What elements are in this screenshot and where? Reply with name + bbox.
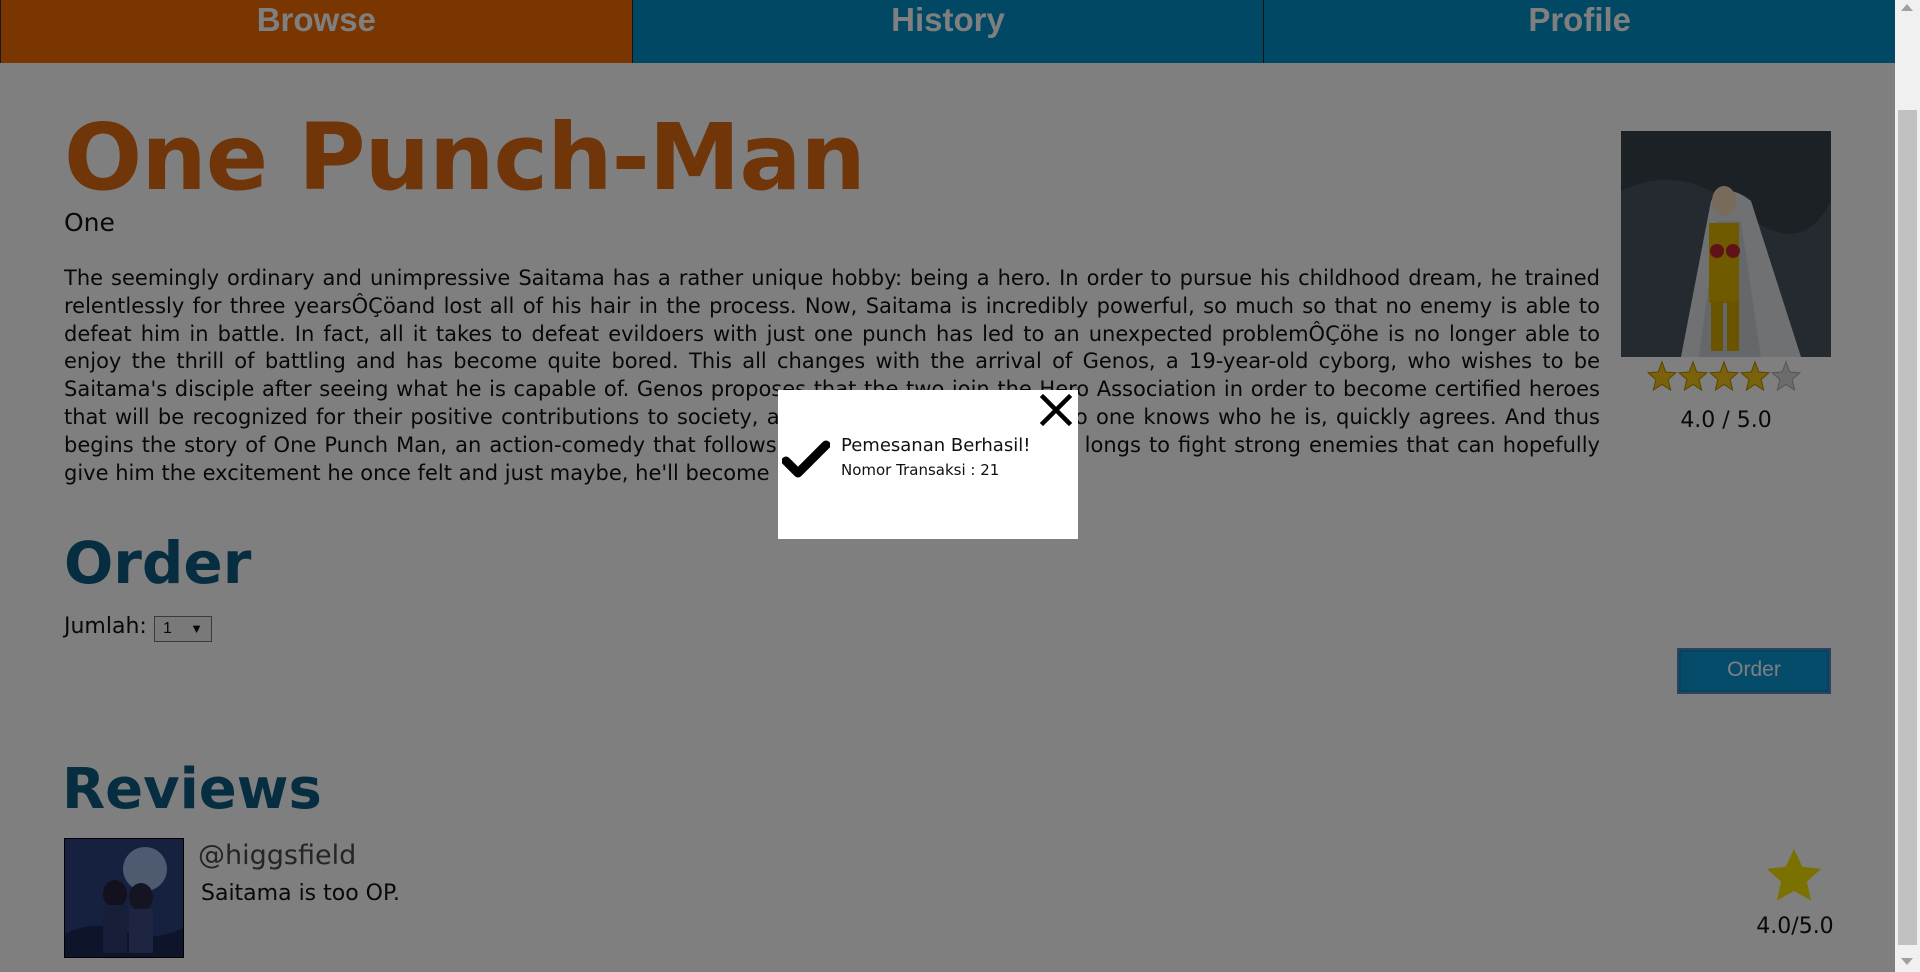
close-icon[interactable]	[1036, 390, 1076, 430]
transaction-number: Nomor Transaksi : 21	[841, 461, 1000, 479]
scroll-thumb[interactable]	[1898, 110, 1917, 945]
scroll-down-icon[interactable]	[1901, 958, 1913, 965]
checkmark-icon	[782, 440, 830, 478]
scroll-up-icon[interactable]	[1901, 4, 1913, 11]
success-modal: Pemesanan Berhasil! Nomor Transaksi : 21	[778, 390, 1078, 539]
vertical-scrollbar[interactable]	[1895, 0, 1920, 972]
modal-title: Pemesanan Berhasil!	[841, 435, 1031, 456]
